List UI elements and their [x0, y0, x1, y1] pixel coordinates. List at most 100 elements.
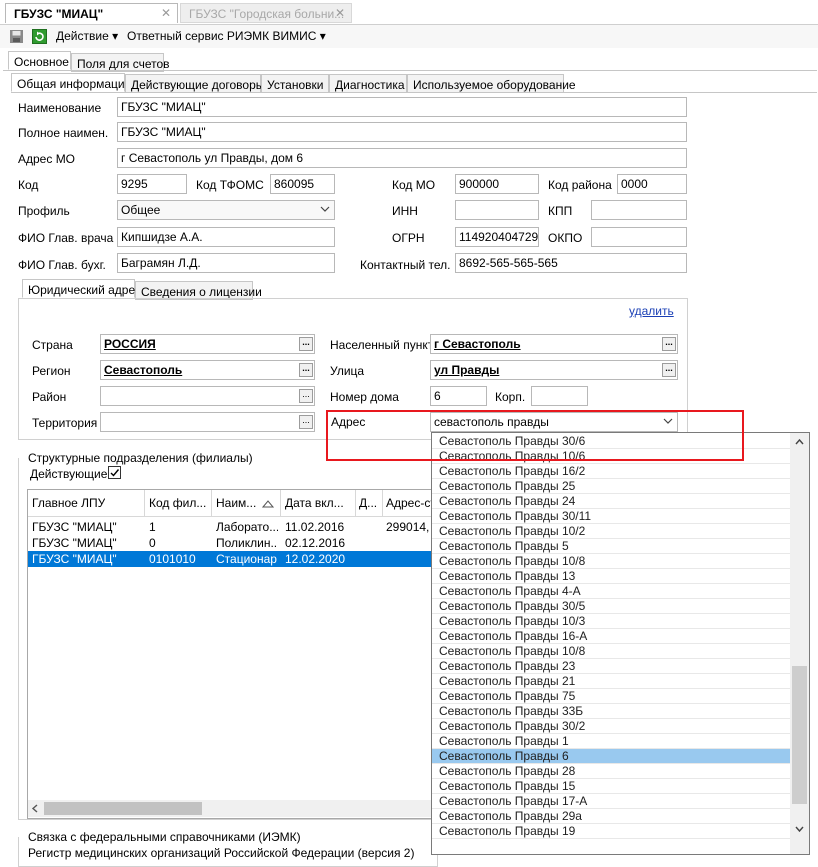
okpo-field[interactable] [591, 227, 687, 247]
okpo-label: ОКПО [548, 231, 583, 245]
lookup-button[interactable]: ... [299, 363, 313, 377]
building-field[interactable] [531, 386, 588, 406]
chevron-down-icon: ▾ [319, 29, 326, 43]
dropdown-option[interactable]: Севастополь Правды 21 [432, 674, 791, 689]
mo-code-field[interactable]: 900000 [455, 174, 539, 194]
dropdown-option[interactable]: Севастополь Правды 33Б [432, 704, 791, 719]
dropdown-option[interactable]: Севастополь Правды 10/8 [432, 554, 791, 569]
dropdown-option[interactable]: Севастополь Правды 17-А [432, 794, 791, 809]
country-field[interactable]: РОССИЯ ... [100, 334, 315, 354]
dropdown-option[interactable]: Севастополь Правды 30/11 [432, 509, 791, 524]
tab-legal-address[interactable]: Юридический адрес [22, 279, 141, 298]
locality-field[interactable]: г Севастополь ... [430, 334, 678, 354]
lookup-button[interactable]: ... [299, 337, 313, 351]
doc-tab-miac[interactable]: ГБУЗС "МИАЦ" ✕ [5, 3, 178, 23]
action-menu-label: Действие [56, 29, 109, 43]
district-field[interactable]: ... [100, 386, 315, 406]
service-menu-button[interactable]: Ответный сервис РИЭМК ВИМИС ▾ [127, 29, 326, 43]
tab-label: Общая информация [17, 77, 132, 91]
ogrn-field[interactable]: 1149204047299 [455, 227, 539, 247]
col-header-date[interactable]: Дата вкл... [285, 496, 353, 510]
profile-select[interactable]: Общее [117, 200, 335, 220]
dropdown-option[interactable]: Севастополь Правды 28 [432, 764, 791, 779]
action-menu-button[interactable]: Действие ▾ [56, 29, 118, 43]
table-row-selected[interactable]: ГБУЗС "МИАЦ" 0101010 Стационар 12.02.202… [28, 551, 438, 567]
dropdown-option[interactable]: Севастополь Правды 25 [432, 479, 791, 494]
table-row[interactable]: ГБУЗС "МИАЦ" 0 Поликлин... 02.12.2016 [28, 535, 438, 551]
dropdown-option[interactable]: Севастополь Правды 10/8 [432, 644, 791, 659]
dropdown-option[interactable]: Севастополь Правды 5 [432, 539, 791, 554]
name-field[interactable]: ГБУЗС "МИАЦ" [117, 97, 687, 117]
dropdown-option[interactable]: Севастополь Правды 19 [432, 824, 791, 839]
lookup-button[interactable]: ... [662, 363, 676, 377]
dropdown-option[interactable]: Севастополь Правды 16/2 [432, 464, 791, 479]
tfoms-field[interactable]: 860095 [270, 174, 335, 194]
dropdown-option[interactable]: Севастополь Правды 30/2 [432, 719, 791, 734]
scrollbar-thumb[interactable] [44, 802, 202, 815]
tab-label: Сведения о лицензии [141, 285, 262, 299]
dropdown-option[interactable]: Севастополь Правды 4-А [432, 584, 791, 599]
vertical-scrollbar[interactable] [790, 433, 809, 854]
chief-field[interactable]: Кипшидзе А.А. [117, 227, 335, 247]
cell-code: 0 [149, 536, 156, 550]
dropdown-option[interactable]: Севастополь Правды 13 [432, 569, 791, 584]
house-field[interactable]: 6 [430, 386, 487, 406]
code-field[interactable]: 9295 [117, 174, 187, 194]
district-code-field[interactable]: 0000 [617, 174, 687, 194]
col-header-branch-code[interactable]: Код фил... [149, 496, 211, 510]
chevron-up-icon[interactable] [795, 438, 804, 445]
kpp-field[interactable] [591, 200, 687, 220]
phone-field[interactable]: 8692-565-565-565 [455, 253, 687, 273]
address-mo-field[interactable]: г Севастополь ул Правды, дом 6 [117, 148, 687, 168]
lookup-button[interactable]: ... [299, 389, 313, 403]
dropdown-option[interactable]: Севастополь Правды 30/5 [432, 599, 791, 614]
tab-general-info[interactable]: Общая информация [11, 73, 131, 92]
dropdown-option[interactable]: Севастополь Правды 15 [432, 779, 791, 794]
dropdown-option[interactable]: Севастополь Правды 23 [432, 659, 791, 674]
inn-field[interactable] [455, 200, 539, 220]
phone-label: Контактный тел. [360, 258, 451, 272]
close-icon[interactable]: ✕ [335, 6, 345, 20]
col-header-address[interactable]: Адрес-ст... [386, 496, 436, 510]
doc-tab-hospital[interactable]: ГБУЗС "Городская больни... ✕ [180, 3, 352, 23]
dropdown-option[interactable]: Севастополь Правды 10/2 [432, 524, 791, 539]
dropdown-option[interactable]: Севастополь Правды 16-А [432, 629, 791, 644]
annotation-highlight-box [326, 410, 744, 461]
cell-name: Стационар [216, 552, 277, 566]
chief-label: ФИО Глав. врача [18, 231, 114, 245]
tab-label: Юридический адрес [28, 283, 142, 297]
table-row[interactable]: ГБУЗС "МИАЦ" 1 Лаборато... 11.02.2016 29… [28, 519, 438, 535]
col-header-main-lpu[interactable]: Главное ЛПУ [32, 496, 105, 510]
dropdown-option[interactable]: Севастополь Правды 75 [432, 689, 791, 704]
scrollbar-thumb[interactable] [792, 666, 807, 804]
dropdown-option[interactable]: Севастополь Правды 10/3 [432, 614, 791, 629]
dropdown-option[interactable]: Севастополь Правды 24 [432, 494, 791, 509]
dropdown-option[interactable]: Севастополь Правды 1 [432, 734, 791, 749]
chevron-down-icon[interactable] [795, 826, 804, 833]
refresh-icon[interactable] [32, 29, 47, 44]
lookup-button[interactable]: ... [299, 415, 313, 429]
tab-settings[interactable]: Установки [261, 74, 329, 93]
dropdown-option-selected[interactable]: Севастополь Правды 6 [432, 749, 791, 764]
col-header-name[interactable]: Наим... [216, 496, 261, 510]
close-icon[interactable]: ✕ [161, 6, 171, 20]
tab-contracts[interactable]: Действующие договоры [125, 74, 264, 93]
save-icon[interactable] [9, 29, 24, 44]
tab-diagnostics[interactable]: Диагностика [329, 74, 407, 93]
delete-link[interactable]: удалить [629, 304, 674, 318]
active-checkbox[interactable] [108, 466, 121, 479]
lookup-button[interactable]: ... [662, 337, 676, 351]
col-header-d[interactable]: Д... [359, 496, 379, 510]
accountant-field[interactable]: Баграмян Л.Д. [117, 253, 335, 273]
dropdown-option[interactable]: Севастополь Правды 29а [432, 809, 791, 824]
street-field[interactable]: ул Правды ... [430, 360, 678, 380]
tab-equipment[interactable]: Используемое оборудование [407, 74, 576, 93]
tab-main[interactable]: Основное [8, 51, 71, 70]
address-dropdown-list[interactable]: Севастополь Правды 30/6 Севастополь Правд… [431, 432, 810, 855]
region-field[interactable]: Севастополь ... [100, 360, 315, 380]
horizontal-scrollbar[interactable] [28, 800, 438, 817]
fullname-field[interactable]: ГБУЗС "МИАЦ" [117, 122, 687, 142]
tab-label: Основное [14, 55, 69, 69]
chevron-left-icon[interactable] [31, 804, 39, 813]
territory-field[interactable]: ... [100, 412, 315, 432]
